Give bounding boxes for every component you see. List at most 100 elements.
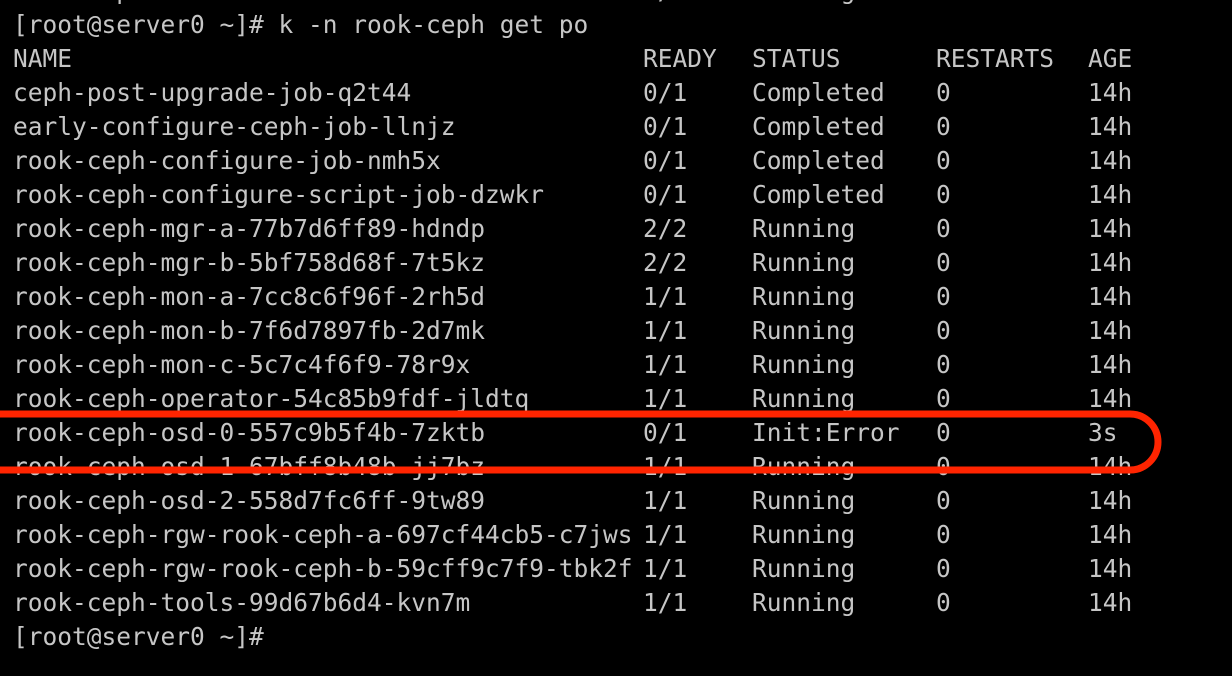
pod-name: rook-ceph-osd-0-557c9b5f4b-7zktb: [13, 418, 486, 447]
pod-ready: 2/2: [643, 248, 688, 277]
pod-age: 14h: [1088, 520, 1133, 549]
pod-row: early-configure-ceph-job-llnjz 0/1 Complet…: [0, 110, 1232, 144]
pod-age: 14h: [1088, 588, 1133, 617]
scrollback-partial-line: rook-ceph-tools-99d67b6d4-kvn7m 1/1 Runn…: [0, 0, 1232, 8]
pod-status: Running: [752, 520, 856, 549]
pod-restarts: 0: [936, 384, 951, 413]
pod-status: Running: [752, 554, 856, 583]
pod-row: rook-ceph-mgr-a-77b7d6ff89-hdndp 2/2 Runni…: [0, 212, 1232, 246]
pod-age: 14h: [1088, 248, 1133, 277]
header-ready: READY: [643, 44, 717, 73]
pod-age: 14h: [1088, 112, 1133, 141]
pod-row: rook-ceph-rgw-rook-ceph-a-697cf44cb5-c7j…: [0, 518, 1232, 552]
pod-age: 14h: [1088, 452, 1133, 481]
pod-restarts: 0: [936, 486, 951, 515]
pod-name: rook-ceph-mgr-b-5bf758d68f-7t5kz: [13, 248, 486, 277]
pod-name: rook-ceph-operator-54c85b9fdf-jldtq: [13, 384, 530, 413]
pod-restarts: 0: [936, 180, 951, 209]
pod-restarts: 0: [936, 112, 951, 141]
pod-status: Init:Error: [752, 418, 900, 447]
pod-ready: 1/1: [643, 554, 688, 583]
pod-restarts: 0: [936, 350, 951, 379]
pod-table-body: ceph-post-upgrade-job-q2t44 0/1 Completed 0…: [0, 76, 1232, 620]
pod-restarts: 0: [936, 214, 951, 243]
pod-age: 14h: [1088, 214, 1133, 243]
pod-restarts: 0: [936, 554, 951, 583]
terminal-screen: [root@server0 ~]# k -n rook-ceph get po …: [0, 8, 1232, 654]
header-name: NAME: [13, 44, 73, 73]
pod-row: rook-ceph-operator-54c85b9fdf-jldtq 1/1 Ru…: [0, 382, 1232, 416]
pod-ready: 1/1: [643, 486, 688, 515]
pod-name: rook-ceph-mon-c-5c7c4f6f9-78r9x: [13, 350, 471, 379]
pod-restarts: 0: [936, 418, 951, 447]
pod-name: rook-ceph-osd-2-558d7fc6ff-9tw89: [13, 486, 486, 515]
pod-restarts: 0: [936, 282, 951, 311]
pod-name: rook-ceph-configure-job-nmh5x: [13, 146, 441, 175]
pod-restarts: 0: [936, 452, 951, 481]
pod-restarts: 0: [936, 146, 951, 175]
pod-name: rook-ceph-mon-a-7cc8c6f96f-2rh5d: [13, 282, 486, 311]
pod-ready: 0/1: [643, 146, 688, 175]
pod-status: Completed: [752, 78, 885, 107]
pod-ready: 0/1: [643, 112, 688, 141]
pod-name: rook-ceph-osd-1-67bff8b48b-jj7bz: [13, 452, 486, 481]
pod-status: Completed: [752, 112, 885, 141]
pod-age: 14h: [1088, 180, 1133, 209]
pod-row: rook-ceph-mon-a-7cc8c6f96f-2rh5d 1/1 Runni…: [0, 280, 1232, 314]
pod-status: Running: [752, 0, 855, 8]
pod-row: rook-ceph-osd-1-67bff8b48b-jj7bz 1/1 Runni…: [0, 450, 1232, 484]
table-header-row: NAME READY STATUS RESTARTS AGE: [0, 42, 1232, 76]
pod-name: rook-ceph-rgw-rook-ceph-b-59cff9c7f9-tbk…: [13, 554, 633, 583]
pod-ready: 1/1: [643, 316, 688, 345]
pod-ready: 1/1: [643, 520, 688, 549]
pod-row: rook-ceph-mgr-b-5bf758d68f-7t5kz 2/2 Runni…: [0, 246, 1232, 280]
pod-row-scrollback: rook-ceph-tools-99d67b6d4-kvn7m 1/1 Runn…: [0, 0, 1232, 8]
terminal-window[interactable]: rook-ceph-tools-99d67b6d4-kvn7m 1/1 Runn…: [0, 0, 1232, 676]
header-restarts: RESTARTS: [936, 44, 1055, 73]
pod-name: rook-ceph-mgr-a-77b7d6ff89-hdndp: [13, 214, 486, 243]
pod-name: rook-ceph-configure-script-job-dzwkr: [13, 180, 545, 209]
pod-ready: 0/1: [643, 78, 688, 107]
pod-age: 14h: [1088, 316, 1133, 345]
pod-status: Completed: [752, 180, 885, 209]
pod-row: rook-ceph-rgw-rook-ceph-b-59cff9c7f9-tbk…: [0, 552, 1232, 586]
pod-status: Running: [752, 384, 856, 413]
pod-restarts: 0: [936, 588, 951, 617]
pod-name: ceph-post-upgrade-job-q2t44: [13, 78, 412, 107]
pod-age: 3s: [1088, 418, 1118, 447]
pod-restarts: 0: [936, 248, 951, 277]
pod-ready: 1/1: [643, 350, 688, 379]
pod-ready: 1/1: [643, 588, 688, 617]
pod-ready: 1/1: [643, 384, 688, 413]
pod-ready: 2/2: [643, 214, 688, 243]
pod-row: rook-ceph-osd-2-558d7fc6ff-9tw89 1/1 Runni…: [0, 484, 1232, 518]
pod-status: Completed: [752, 146, 885, 175]
pod-age: 14h: [1088, 146, 1133, 175]
pod-row: rook-ceph-configure-job-nmh5x 0/1 Complete…: [0, 144, 1232, 178]
pod-restarts: 0: [936, 0, 951, 8]
pod-name: rook-ceph-rgw-rook-ceph-a-697cf44cb5-c7j…: [13, 520, 633, 549]
pod-row: rook-ceph-mon-c-5c7c4f6f9-78r9x 1/1 Runnin…: [0, 348, 1232, 382]
pod-restarts: 0: [936, 520, 951, 549]
pod-row: rook-ceph-tools-99d67b6d4-kvn7m 1/1 Runnin…: [0, 586, 1232, 620]
pod-age: 14h: [1088, 282, 1133, 311]
pod-name: early-configure-ceph-job-llnjz: [13, 112, 456, 141]
trailing-prompt[interactable]: [root@server0 ~]#: [0, 620, 1232, 654]
pod-ready: 1/1: [643, 282, 688, 311]
pod-status: Running: [752, 350, 856, 379]
pod-ready: 1/1: [643, 452, 688, 481]
pod-row: rook-ceph-configure-script-job-dzwkr 0/1 C…: [0, 178, 1232, 212]
pod-status: Running: [752, 316, 856, 345]
pod-status: Running: [752, 588, 856, 617]
pod-age: 14h: [1088, 486, 1133, 515]
pod-age: 14h: [1088, 350, 1133, 379]
pod-name: rook-ceph-mon-b-7f6d7897fb-2d7mk: [13, 316, 486, 345]
header-age: AGE: [1088, 44, 1133, 73]
pod-age: 14h: [1088, 554, 1133, 583]
pod-restarts: 0: [936, 78, 951, 107]
pod-age: 14h: [1088, 78, 1133, 107]
pod-status: Running: [752, 452, 856, 481]
pod-status: Running: [752, 248, 856, 277]
pod-ready: 0/1: [643, 418, 688, 447]
pod-age: 14h: [1088, 384, 1133, 413]
